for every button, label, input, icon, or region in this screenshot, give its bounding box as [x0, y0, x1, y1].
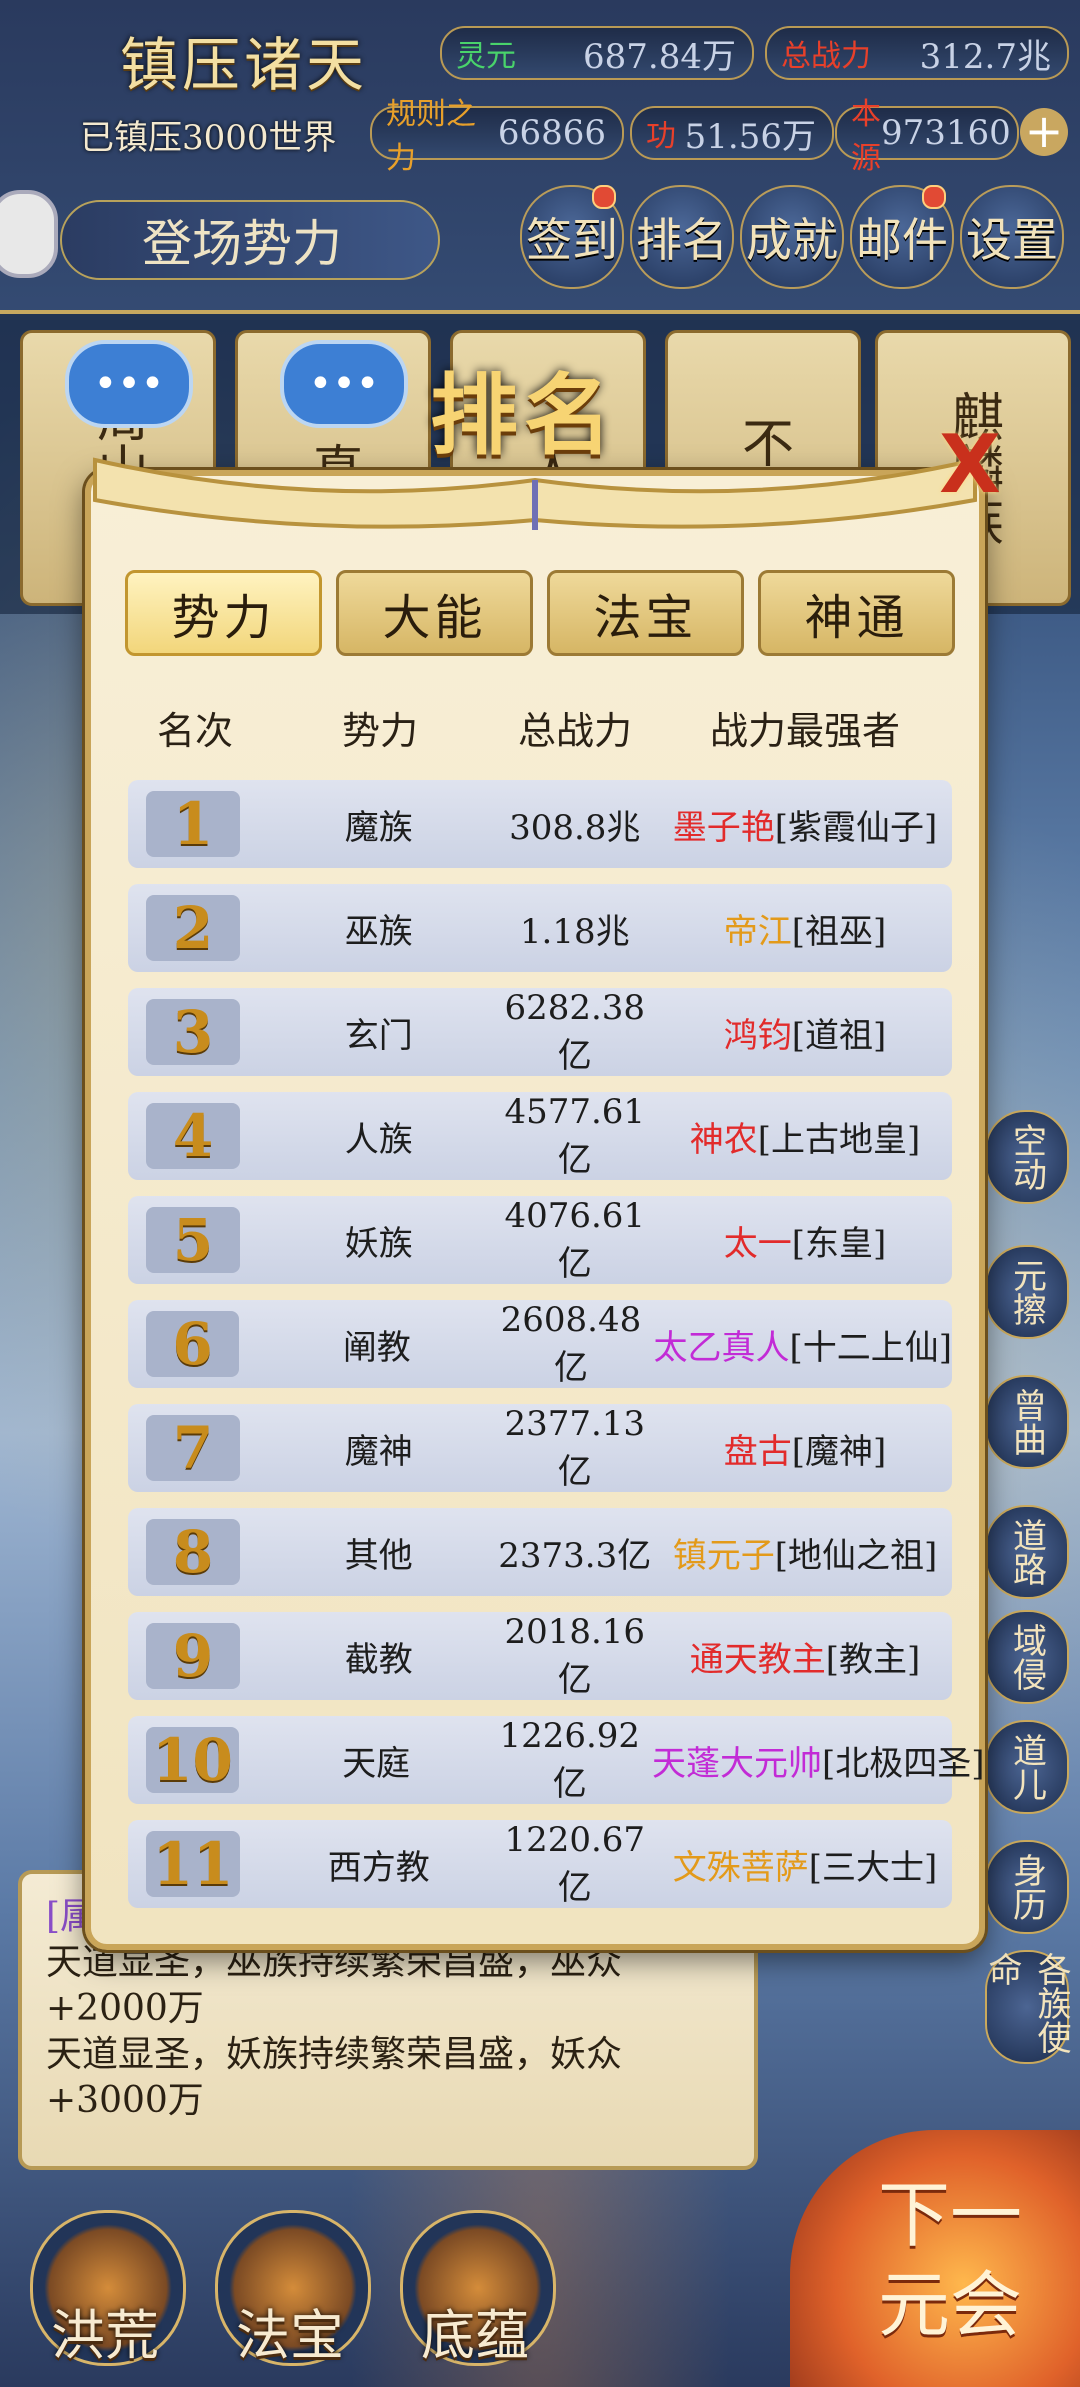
faction-name: 天庭	[342, 1743, 411, 1784]
faction-name: 魔族	[344, 807, 413, 848]
total-power: 6282.38亿	[504, 987, 646, 1076]
total-power: 2018.16亿	[504, 1611, 646, 1700]
strongest-member: 通天教主[教主]	[658, 1632, 952, 1681]
col-strongest: 战力最强者	[709, 709, 900, 753]
strongest-name: 通天教主	[689, 1639, 826, 1680]
table-row[interactable]: 9 截教 2018.16亿 通天教主[教主]	[128, 1612, 952, 1700]
strongest-name: 镇元子	[672, 1535, 775, 1576]
faction-name: 其他	[344, 1535, 413, 1576]
rank-badge: 1	[146, 790, 241, 858]
total-power: 4076.61亿	[504, 1195, 646, 1284]
table-row[interactable]: 7 魔神 2377.13亿 盘古[魔神]	[128, 1404, 952, 1492]
strongest-name: 神农	[689, 1119, 758, 1160]
rank-badge: 8	[146, 1518, 241, 1586]
total-power: 2373.3亿	[498, 1535, 652, 1576]
rank-badge: 4	[146, 1102, 241, 1170]
faction-name: 巫族	[344, 911, 413, 952]
strongest-name: 盘古	[723, 1431, 792, 1472]
tab-divine-skill[interactable]: 神通	[758, 570, 955, 656]
total-power: 4577.61亿	[504, 1091, 646, 1180]
faction-name: 魔神	[344, 1431, 413, 1472]
rank-badge: 7	[146, 1414, 241, 1482]
strongest-member: 墨子艳[紫霞仙子]	[658, 800, 952, 849]
rank-badge: 6	[146, 1310, 240, 1378]
strongest-title: [上古地皇]	[757, 1119, 921, 1160]
strongest-title: [紫霞仙子]	[774, 807, 938, 848]
strongest-title: [三大士]	[808, 1847, 938, 1888]
strongest-title: [魔神]	[791, 1431, 887, 1472]
strongest-member: 鸿钧[道祖]	[658, 1008, 952, 1057]
table-row[interactable]: 3 玄门 6282.38亿 鸿钧[道祖]	[128, 988, 952, 1076]
strongest-name: 墨子艳	[672, 807, 775, 848]
faction-name: 阐教	[342, 1327, 411, 1368]
ranking-table: 1 魔族 308.8兆 墨子艳[紫霞仙子] 2 巫族 1.18兆 帝江[祖巫] 3 玄门 6282.…	[128, 780, 985, 1924]
strongest-member: 镇元子[地仙之祖]	[658, 1528, 952, 1577]
strongest-title: [祖巫]	[791, 911, 887, 952]
strongest-title: [道祖]	[791, 1015, 887, 1056]
tab-treasure[interactable]: 法宝	[547, 570, 744, 656]
strongest-member: 太一[东皇]	[658, 1216, 952, 1265]
rank-badge: 3	[146, 998, 241, 1066]
strongest-member: 太乙真人[十二上仙]	[653, 1320, 952, 1369]
faction-name: 西方教	[327, 1847, 430, 1888]
tab-great-power[interactable]: 大能	[336, 570, 533, 656]
strongest-member: 盘古[魔神]	[658, 1424, 952, 1473]
rank-badge: 9	[146, 1622, 241, 1690]
strongest-title: [东皇]	[791, 1223, 887, 1264]
faction-name: 妖族	[344, 1223, 413, 1264]
total-power: 1.18兆	[519, 911, 630, 952]
faction-name: 人族	[344, 1119, 413, 1160]
table-row[interactable]: 6 阐教 2608.48亿 太乙真人[十二上仙]	[128, 1300, 952, 1388]
table-row[interactable]: 5 妖族 4076.61亿 太一[东皇]	[128, 1196, 952, 1284]
tab-faction[interactable]: 势力	[125, 570, 322, 656]
strongest-member: 文殊菩萨[三大士]	[658, 1840, 952, 1889]
total-power: 308.8兆	[509, 807, 641, 848]
table-row[interactable]: 8 其他 2373.3亿 镇元子[地仙之祖]	[128, 1508, 952, 1596]
table-row[interactable]: 2 巫族 1.18兆 帝江[祖巫]	[128, 884, 952, 972]
table-header: 名次 势力 总战力 战力最强者	[125, 700, 955, 770]
rank-badge: 11	[146, 1830, 241, 1898]
faction-name: 截教	[344, 1639, 413, 1680]
table-row[interactable]: 4 人族 4577.61亿 神农[上古地皇]	[128, 1092, 952, 1180]
strongest-name: 鸿钧	[723, 1015, 792, 1056]
table-row[interactable]: 1 魔族 308.8兆 墨子艳[紫霞仙子]	[128, 780, 952, 868]
total-power: 1220.67亿	[504, 1819, 646, 1908]
close-icon[interactable]: X	[935, 425, 1005, 505]
total-power: 1226.92亿	[499, 1715, 641, 1804]
strongest-name: 天蓬大元帅	[652, 1743, 822, 1784]
total-power: 2608.48亿	[500, 1299, 642, 1388]
modal-title: 排名	[430, 363, 619, 467]
total-power: 2377.13亿	[504, 1403, 646, 1492]
strongest-name: 文殊菩萨	[672, 1847, 809, 1888]
strongest-title: [教主]	[825, 1639, 921, 1680]
table-row[interactable]: 10 天庭 1226.92亿 天蓬大元帅[北极四圣]	[128, 1715, 985, 1804]
faction-name: 玄门	[344, 1015, 413, 1056]
strongest-member: 帝江[祖巫]	[658, 904, 952, 953]
col-faction: 势力	[341, 709, 418, 753]
rank-badge: 5	[146, 1206, 241, 1274]
strongest-name: 帝江	[723, 911, 792, 952]
strongest-title: [北极四圣]	[822, 1743, 985, 1784]
ranking-tabs: 势力 大能 法宝 神通	[125, 570, 955, 660]
strongest-member: 神农[上古地皇]	[658, 1112, 952, 1161]
col-rank: 名次	[156, 709, 233, 753]
strongest-member: 天蓬大元帅[北极四圣]	[652, 1736, 985, 1785]
table-row[interactable]: 11 西方教 1220.67亿 文殊菩萨[三大士]	[128, 1820, 952, 1908]
strongest-name: 太一	[723, 1223, 792, 1264]
rank-badge: 10	[146, 1726, 239, 1794]
rank-badge: 2	[146, 894, 241, 962]
strongest-title: [地仙之祖]	[774, 1535, 938, 1576]
strongest-title: [十二上仙]	[789, 1327, 952, 1368]
strongest-name: 太乙真人	[653, 1327, 790, 1368]
col-power: 总战力	[517, 709, 632, 753]
